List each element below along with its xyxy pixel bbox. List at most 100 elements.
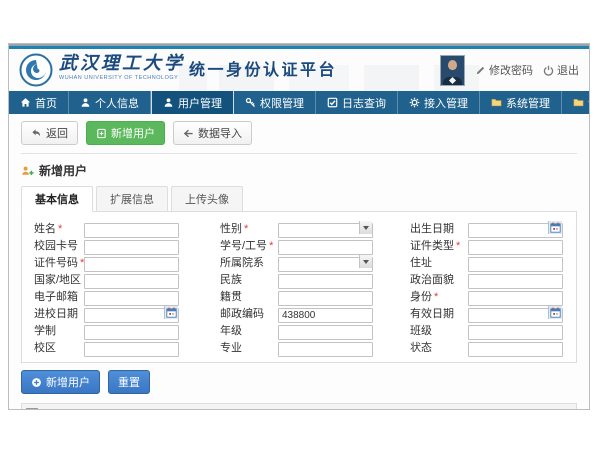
- country-region-input[interactable]: [84, 274, 179, 289]
- university-name-cn: 武汉理工大学: [59, 53, 185, 75]
- form-row: 学制年级班级: [22, 321, 576, 338]
- table-header-cell: 所属院系: [314, 404, 532, 410]
- campus-card-no-input[interactable]: [84, 240, 179, 255]
- political-status-input[interactable]: [468, 274, 563, 289]
- university-logo-icon: [19, 53, 53, 87]
- nav-item-system-management[interactable]: 系统管理: [480, 91, 562, 114]
- form-tabs: 基本信息扩展信息上传头像: [21, 186, 577, 211]
- address-input[interactable]: [468, 257, 563, 272]
- nav-item-label: 日志查询: [342, 95, 386, 111]
- reset-button[interactable]: 重置: [108, 370, 150, 394]
- field-class: 班级: [410, 322, 576, 338]
- table-header-cell: 姓名: [102, 404, 162, 410]
- tab-extended-info[interactable]: 扩展信息: [96, 186, 168, 212]
- field-label-text: 所属院系: [220, 257, 264, 269]
- change-password-link[interactable]: 修改密码: [475, 62, 533, 78]
- postal-code-input[interactable]: [278, 308, 373, 323]
- field-label-text: 证件类型: [410, 240, 454, 252]
- calendar-icon[interactable]: [548, 306, 562, 319]
- new-document-icon: [96, 128, 107, 139]
- field-ethnicity: 民族: [220, 271, 410, 287]
- toolbar: 返回 新增用户 数据导入: [21, 114, 577, 154]
- field-label-political-status: 政治面貌: [410, 271, 468, 287]
- grade-input[interactable]: [278, 325, 373, 340]
- student-id-input[interactable]: [278, 240, 373, 255]
- app-header: 武汉理工大学 WUHAN UNIVERSITY OF TECHNOLOGY 统一…: [9, 49, 589, 91]
- nav-item-home[interactable]: 首页: [9, 91, 69, 114]
- form-row: 电子邮箱籍贯身份*: [22, 287, 576, 304]
- field-label-text: 身份: [410, 291, 432, 303]
- dropdown-arrow-icon[interactable]: [359, 221, 372, 234]
- data-import-button[interactable]: 数据导入: [173, 121, 252, 145]
- back-arrow-icon: [31, 128, 42, 139]
- field-label-text: 学号/工号: [220, 240, 267, 252]
- field-address: 住址: [410, 254, 576, 270]
- field-control-id-number: [84, 254, 179, 269]
- add-user-toolbar-button[interactable]: 新增用户: [86, 121, 165, 145]
- status-input[interactable]: [468, 342, 563, 357]
- header-right: 修改密码 退出: [440, 53, 579, 87]
- user-icon: [80, 97, 91, 108]
- field-label-department: 所属院系: [220, 254, 278, 270]
- name-input[interactable]: [84, 223, 179, 238]
- field-control-class: [468, 322, 563, 337]
- submit-add-user-button[interactable]: 新增用户: [21, 370, 100, 394]
- nav-item-label: 订阅管理: [588, 95, 590, 111]
- university-name-en: WUHAN UNIVERSITY OF TECHNOLOGY: [59, 75, 185, 81]
- field-label-grade: 年级: [220, 322, 278, 338]
- nav-item-user-management[interactable]: 用户管理: [151, 91, 234, 114]
- ethnicity-input[interactable]: [278, 274, 373, 289]
- logout-label: 退出: [557, 62, 579, 78]
- table-header-cell: 身份: [250, 404, 314, 410]
- field-label-status: 状态: [410, 339, 468, 355]
- native-place-input[interactable]: [278, 291, 373, 306]
- calendar-icon[interactable]: [164, 306, 178, 319]
- table-header-cell: 操作: [532, 404, 576, 410]
- pencil-icon: [475, 65, 486, 76]
- campus-input[interactable]: [84, 342, 179, 357]
- id-number-input[interactable]: [84, 257, 179, 272]
- back-button[interactable]: 返回: [21, 121, 78, 145]
- field-label-text: 籍贯: [220, 291, 242, 303]
- nav-item-label: 权限管理: [260, 95, 304, 111]
- field-control-email: [84, 288, 179, 303]
- field-control-gender: [278, 220, 373, 235]
- field-label-text: 民族: [220, 274, 242, 286]
- select-all-checkbox[interactable]: [26, 408, 38, 411]
- field-control-name: [84, 220, 179, 235]
- tab-basic-info[interactable]: 基本信息: [21, 186, 93, 212]
- field-label-ethnicity: 民族: [220, 271, 278, 287]
- calendar-icon[interactable]: [548, 221, 562, 234]
- form-row: 证件号码* 所属院系 住址: [22, 253, 576, 270]
- email-input[interactable]: [84, 291, 179, 306]
- nav-item-log-query[interactable]: 日志查询: [316, 91, 398, 114]
- field-control-study-length: [84, 322, 179, 337]
- user-avatar[interactable]: [440, 55, 465, 86]
- nav-item-permission-management[interactable]: 权限管理: [234, 91, 316, 114]
- folder-icon: [573, 97, 584, 108]
- logout-link[interactable]: 退出: [543, 62, 579, 78]
- field-control-postal-code: [278, 305, 373, 320]
- field-control-major: [278, 339, 373, 354]
- major-input[interactable]: [278, 342, 373, 357]
- dropdown-arrow-icon[interactable]: [359, 255, 372, 268]
- study-length-input[interactable]: [84, 325, 179, 340]
- class-input[interactable]: [468, 325, 563, 340]
- field-label-id-number: 证件号码*: [34, 254, 84, 270]
- field-label-text: 状态: [410, 342, 432, 354]
- id-type-input[interactable]: [468, 240, 563, 255]
- nav-item-subscription-management[interactable]: 订阅管理: [562, 91, 590, 114]
- field-native-place: 籍贯: [220, 288, 410, 304]
- field-label-birth-date: 出生日期: [410, 220, 468, 236]
- field-label-native-place: 籍贯: [220, 288, 278, 304]
- field-label-student-id: 学号/工号*: [220, 237, 278, 253]
- field-label-email: 电子邮箱: [34, 288, 84, 304]
- field-label-campus: 校区: [34, 339, 84, 355]
- field-label-valid-date: 有效日期: [410, 305, 468, 321]
- nav-item-personal-info[interactable]: 个人信息: [69, 91, 151, 114]
- nav-item-access-management[interactable]: 接入管理: [398, 91, 480, 114]
- field-label-text: 校区: [34, 342, 56, 354]
- tab-upload-avatar[interactable]: 上传头像: [171, 186, 243, 212]
- field-valid-date: 有效日期: [410, 305, 576, 321]
- identity-input[interactable]: [468, 291, 563, 306]
